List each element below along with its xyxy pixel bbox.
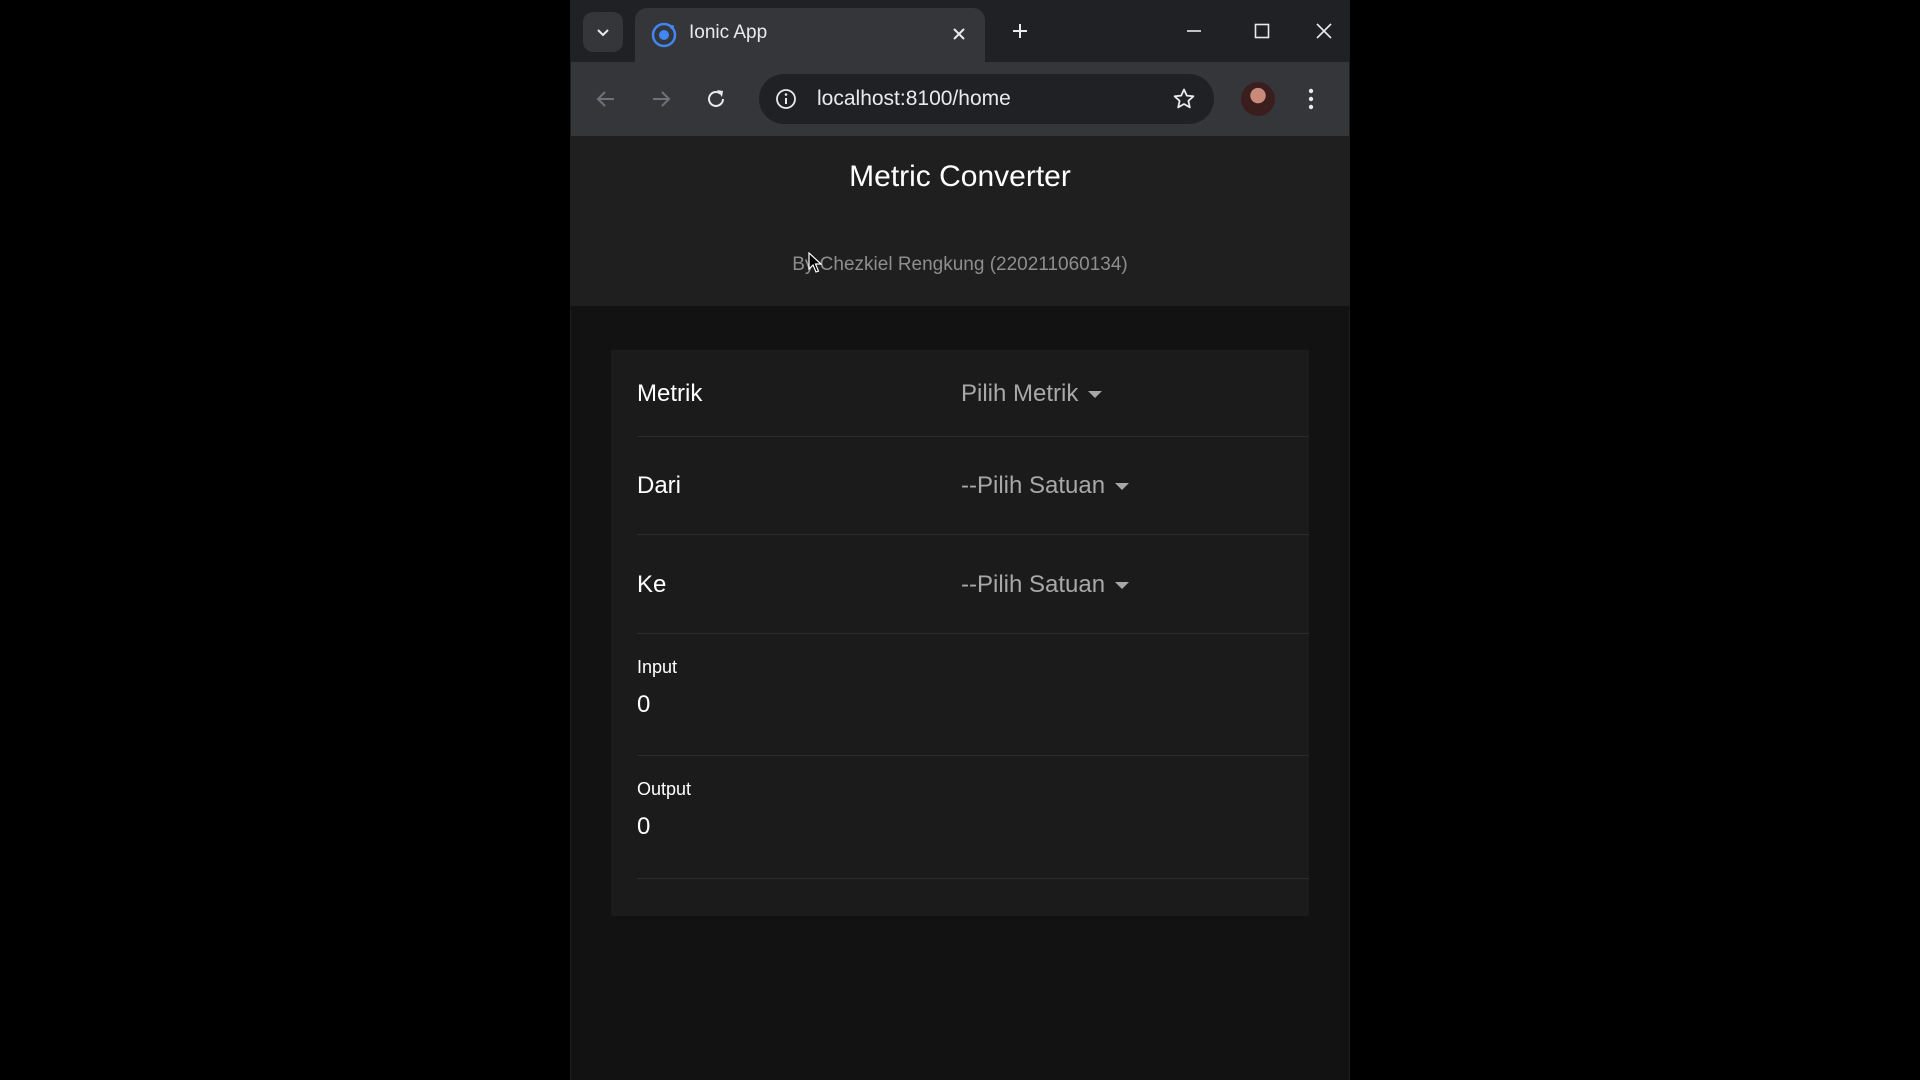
info-icon: [776, 89, 796, 109]
close-icon: [953, 28, 965, 40]
metric-select-value: Pilih Metrik: [961, 380, 1079, 407]
page-content: Metrik Pilih Metrik Dari --Pilih Satuan …: [571, 306, 1349, 1080]
maximize-button[interactable]: [1239, 10, 1285, 52]
converter-card: Metrik Pilih Metrik Dari --Pilih Satuan …: [611, 350, 1309, 916]
caret-down-icon: [1088, 390, 1103, 398]
output-label: Output: [637, 779, 692, 799]
output-row: Output 0: [637, 755, 1309, 879]
forward-button[interactable]: [640, 78, 682, 120]
maximize-icon: [1254, 23, 1270, 39]
to-row: Ke --Pilih Satuan: [637, 534, 1309, 634]
from-unit-select[interactable]: --Pilih Satuan: [961, 472, 1130, 500]
url-text[interactable]: localhost:8100/home: [817, 87, 1011, 111]
bookmark-button[interactable]: [1169, 84, 1199, 114]
from-label: Dari: [637, 472, 682, 499]
browser-window: Ionic App localhost:8100/home Metric Con…: [571, 0, 1349, 1080]
arrow-left-icon: [596, 91, 614, 107]
star-icon: [1173, 88, 1195, 109]
browser-toolbar: localhost:8100/home: [571, 62, 1349, 136]
arrow-right-icon: [653, 91, 671, 107]
page-subtitle: By Chezkiel Rengkung (220211060134): [792, 254, 1128, 275]
reload-icon: [708, 90, 724, 107]
input-field[interactable]: 0: [637, 691, 650, 719]
from-row: Dari --Pilih Satuan: [637, 436, 1309, 535]
kebab-menu-icon: [1308, 88, 1314, 110]
chevron-down-icon: [597, 29, 609, 37]
minimize-icon: [1187, 30, 1201, 32]
address-bar[interactable]: localhost:8100/home: [759, 74, 1214, 124]
mouse-cursor-icon: [808, 252, 822, 273]
close-icon: [1316, 23, 1332, 39]
ionic-icon: [651, 22, 677, 48]
avatar[interactable]: [1241, 82, 1275, 116]
browser-menu-button[interactable]: [1296, 80, 1326, 118]
input-row[interactable]: Input 0: [637, 633, 1309, 756]
site-info-button[interactable]: [771, 84, 801, 114]
tab-title: Ionic App: [689, 22, 768, 43]
plus-icon: [1013, 24, 1027, 38]
tab-close-button[interactable]: [945, 20, 973, 48]
new-tab-button[interactable]: [1003, 14, 1037, 48]
app-header: Metric Converter By Chezkiel Rengkung (2…: [571, 136, 1349, 306]
browser-tab[interactable]: Ionic App: [635, 8, 985, 62]
tab-strip: Ionic App: [571, 0, 1349, 62]
to-label: Ke: [637, 571, 667, 598]
tab-list-button[interactable]: [583, 12, 623, 52]
to-unit-select-value: --Pilih Satuan: [961, 571, 1106, 598]
minimize-button[interactable]: [1171, 10, 1217, 52]
reload-button[interactable]: [695, 78, 737, 120]
output-field: 0: [637, 813, 651, 840]
close-window-button[interactable]: [1301, 10, 1347, 52]
metric-label: Metrik: [637, 380, 703, 407]
input-label: Input: [637, 657, 678, 677]
metric-select[interactable]: Pilih Metrik: [961, 380, 1103, 408]
caret-down-icon: [1115, 581, 1130, 589]
caret-down-icon: [1115, 482, 1130, 490]
back-button[interactable]: [585, 78, 627, 120]
to-unit-select[interactable]: --Pilih Satuan: [961, 571, 1130, 599]
page-title: Metric Converter: [849, 160, 1071, 193]
metric-row: Metrik Pilih Metrik: [637, 350, 1309, 437]
from-unit-select-value: --Pilih Satuan: [961, 472, 1106, 499]
